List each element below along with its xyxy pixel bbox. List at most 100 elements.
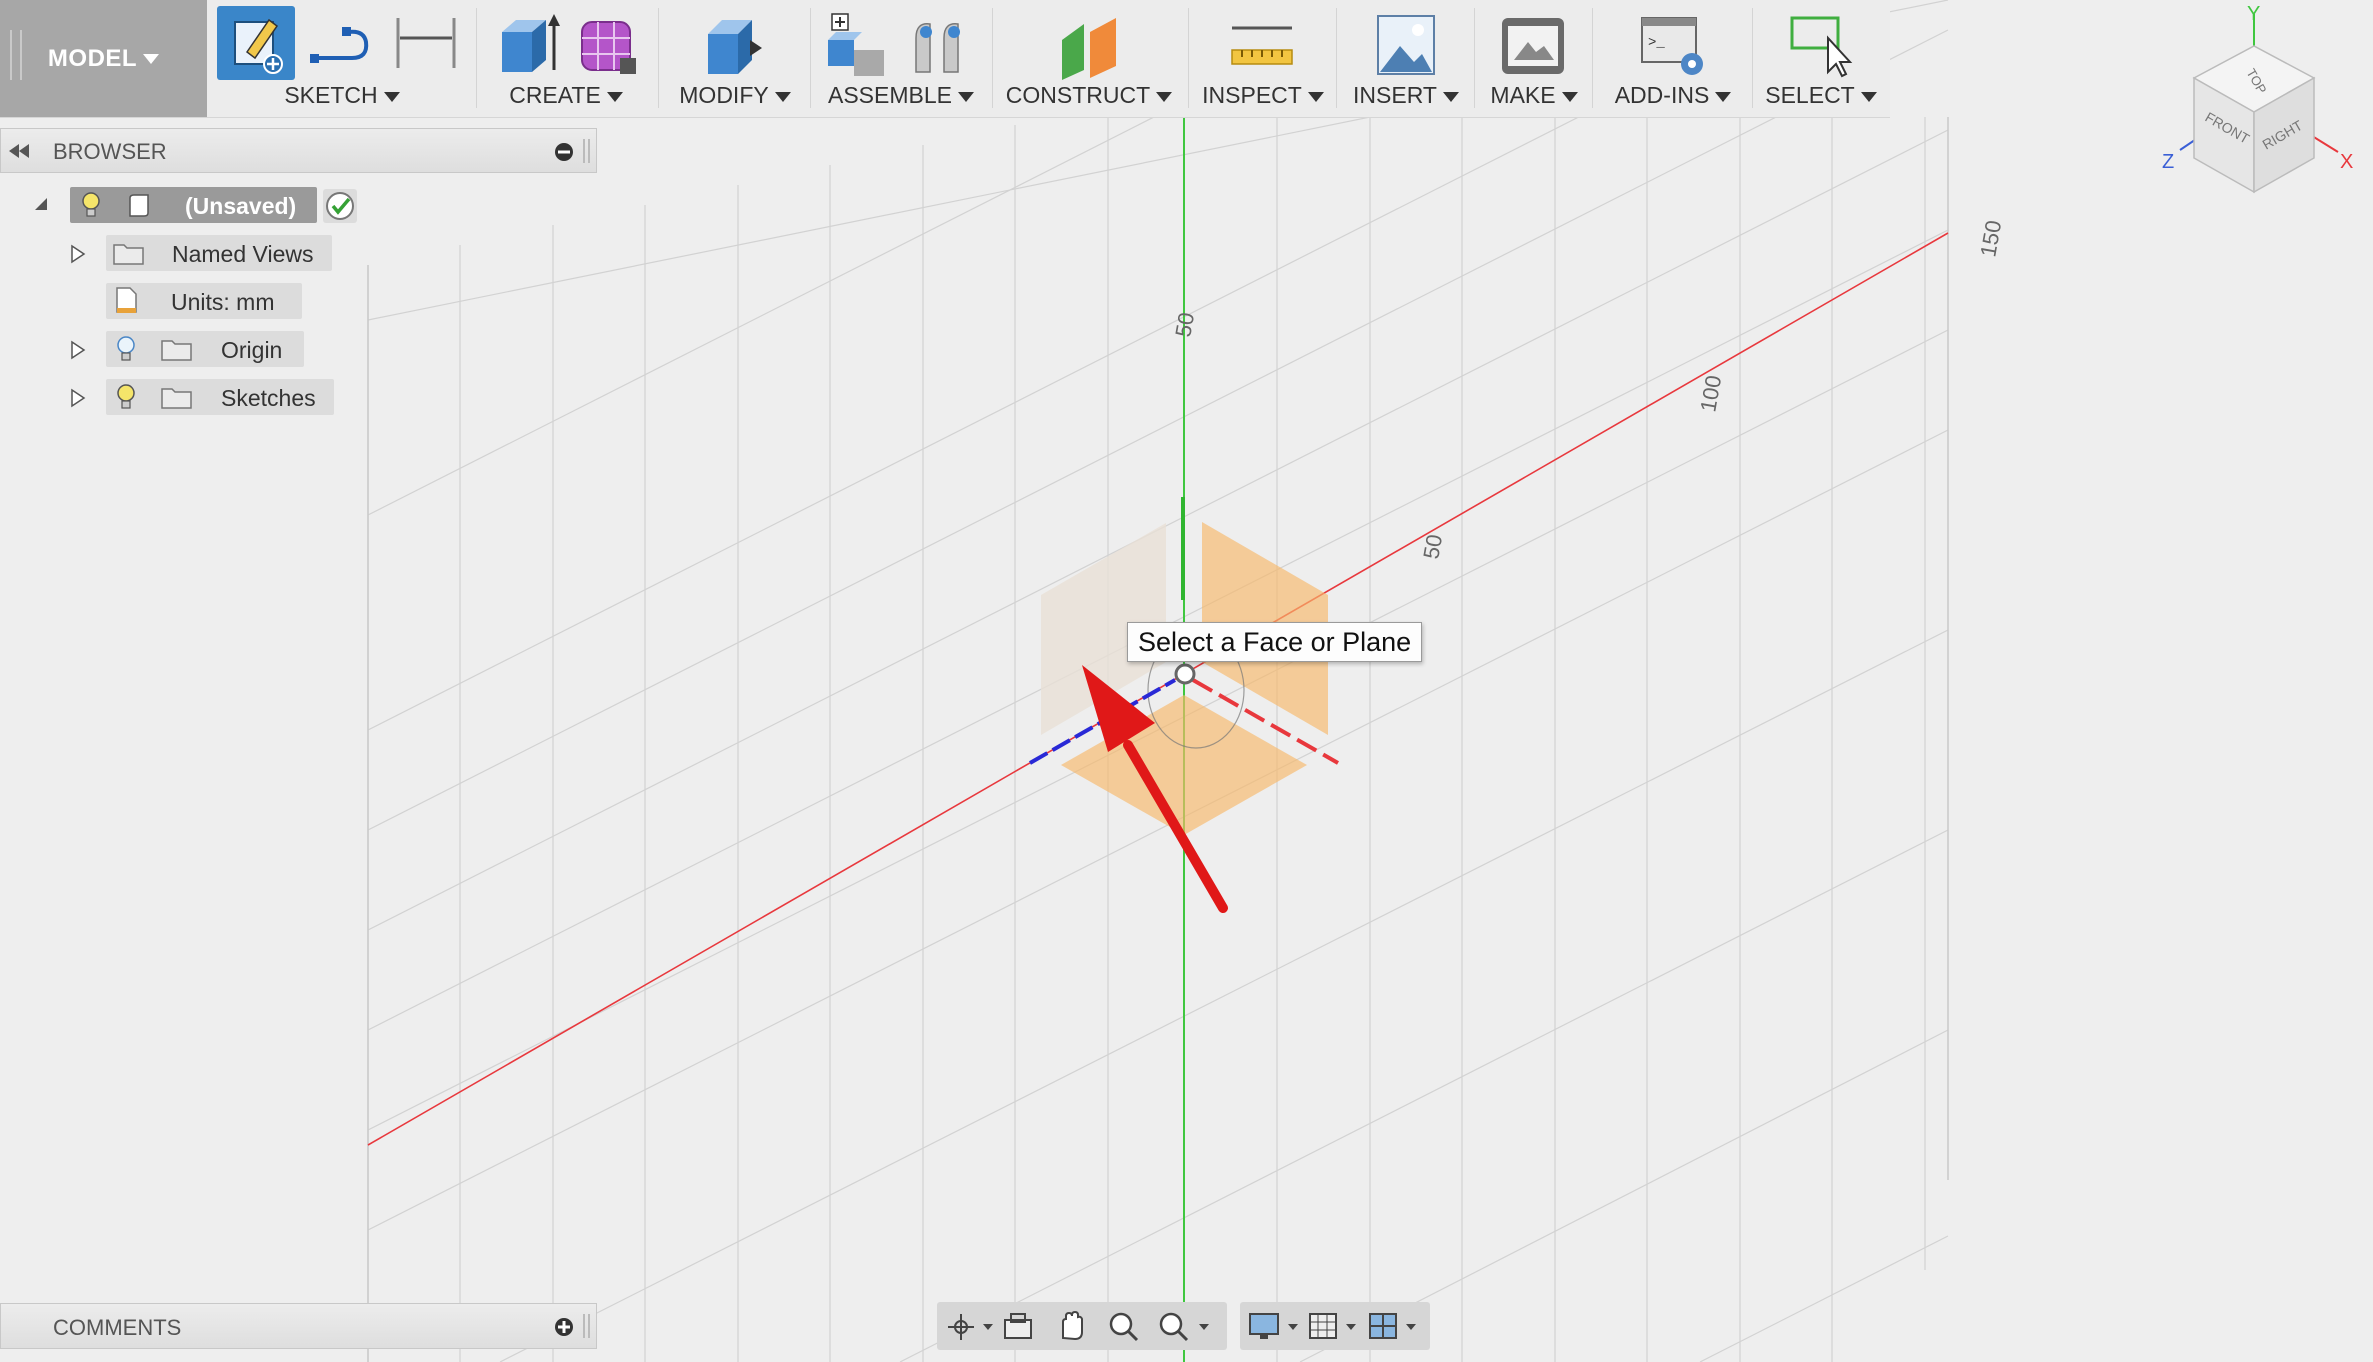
modify-menu[interactable]: MODIFY <box>662 82 808 109</box>
view-cube[interactable]: Y X Z TOP FRONT RIGHT <box>2160 0 2373 210</box>
insert-menu-label: INSERT <box>1353 82 1437 108</box>
chevron-down-icon <box>1442 91 1459 102</box>
tree-item-label: Named Views <box>172 241 314 267</box>
inspect-group: INSPECT <box>1192 0 1334 117</box>
y-axis-letter: Y <box>2247 3 2260 25</box>
offset-plane-button[interactable] <box>1056 10 1126 80</box>
workspace-label: MODEL <box>47 44 138 72</box>
chevron-down-icon <box>1860 91 1877 102</box>
x-axis-label-100: 100 <box>1695 373 1726 414</box>
toolbar-divider <box>1336 8 1337 108</box>
display-settings-bar <box>1240 1302 1430 1350</box>
measure-button[interactable] <box>1228 10 1298 80</box>
toolbar-divider <box>810 8 811 108</box>
chevron-down-icon <box>1156 91 1173 102</box>
folder-icon <box>161 388 192 409</box>
add-comment-icon[interactable] <box>554 1317 574 1337</box>
lightbulb-icon[interactable] <box>115 383 137 411</box>
tree-item-units[interactable]: Units: mm <box>106 283 302 319</box>
make-menu[interactable]: MAKE <box>1478 82 1590 109</box>
browser-title: BROWSER <box>53 139 167 164</box>
panel-resize-grip[interactable] <box>583 1314 590 1338</box>
y-axis-label-50: 50 <box>1170 310 1199 338</box>
assemble-menu[interactable]: ASSEMBLE <box>814 82 988 109</box>
assemble-group: ASSEMBLE <box>814 0 988 117</box>
display-settings-icon[interactable] <box>1248 1310 1304 1342</box>
add-ins-menu-label: ADD-INS <box>1614 82 1710 108</box>
3d-print-button[interactable] <box>1498 10 1568 80</box>
toolbar-divider <box>1752 8 1753 108</box>
tree-item-named-views[interactable]: Named Views <box>106 235 332 271</box>
pan-hand-icon[interactable] <box>1055 1310 1089 1342</box>
fit-zoom-icon[interactable] <box>1157 1310 1219 1342</box>
add-ins-menu[interactable]: ADD-INS <box>1596 82 1750 109</box>
chevron-down-icon <box>606 91 623 102</box>
measure-ruler-icon <box>1231 26 1293 65</box>
sketch-pencil-icon <box>234 18 283 74</box>
insert-image-button[interactable] <box>1374 10 1438 80</box>
press-pull-button[interactable] <box>700 10 766 80</box>
lightbulb-icon[interactable] <box>115 335 137 363</box>
look-at-icon[interactable] <box>1001 1310 1035 1342</box>
inspect-menu[interactable]: INSPECT <box>1192 82 1334 109</box>
joint-button[interactable] <box>908 10 974 80</box>
chevron-down-icon <box>1307 91 1324 102</box>
panel-resize-grip[interactable] <box>583 139 590 163</box>
collapse-panel-icon[interactable] <box>9 143 31 159</box>
spline-line-icon <box>310 27 369 63</box>
toolbar-divider <box>476 8 477 108</box>
create-group: CREATE <box>480 0 652 117</box>
main-toolbar: MODEL SKETCH CREATE MODIFY ASSEMBLE CONS… <box>0 0 1890 118</box>
insert-group: INSERT <box>1340 0 1472 117</box>
collapse-triangle-icon[interactable] <box>33 196 49 212</box>
toolbar-grip[interactable] <box>10 30 22 80</box>
extrude-button[interactable] <box>494 10 562 80</box>
minimize-panel-icon[interactable] <box>554 142 574 162</box>
select-menu-label: SELECT <box>1765 82 1855 108</box>
folder-icon <box>113 244 144 265</box>
z-axis-letter: Z <box>2162 151 2174 173</box>
tree-item-label: Origin <box>221 337 283 363</box>
origin-point <box>1174 663 1196 685</box>
window-select-button[interactable] <box>1788 10 1858 80</box>
new-component-button[interactable] <box>824 10 890 80</box>
chevron-down-icon <box>143 53 160 64</box>
expand-triangle-icon[interactable] <box>70 244 86 264</box>
expand-triangle-icon[interactable] <box>70 388 86 408</box>
folder-icon <box>161 340 192 361</box>
tree-item-root-component[interactable]: (Unsaved) <box>70 187 317 223</box>
orbit-icon[interactable] <box>945 1310 995 1342</box>
comments-title: COMMENTS <box>53 1315 182 1340</box>
create-menu[interactable]: CREATE <box>480 82 652 109</box>
toolbar-divider <box>658 8 659 108</box>
toolbar-divider <box>1474 8 1475 108</box>
tree-item-label: Sketches <box>221 385 316 411</box>
line-tool-button[interactable] <box>308 10 372 70</box>
create-sketch-button[interactable] <box>217 6 295 80</box>
tree-item-sketches[interactable]: Sketches <box>106 379 334 415</box>
dimension-icon <box>396 18 456 68</box>
component-icon <box>129 194 149 217</box>
document-settings-icon <box>116 287 137 313</box>
comments-panel-header: COMMENTS <box>0 1303 597 1349</box>
grid-settings-icon[interactable] <box>1308 1310 1364 1342</box>
scripts-gear-icon: >_ <box>1641 17 1703 75</box>
insert-menu[interactable]: INSERT <box>1340 82 1472 109</box>
tree-item-origin[interactable]: Origin <box>106 331 304 367</box>
viewports-icon[interactable] <box>1368 1310 1424 1342</box>
make-menu-label: MAKE <box>1490 82 1556 108</box>
lightbulb-icon[interactable] <box>80 191 102 219</box>
image-icon <box>1377 15 1435 75</box>
form-button[interactable] <box>576 10 642 80</box>
select-group: SELECT <box>1756 0 1886 117</box>
scripts-button[interactable]: >_ <box>1638 10 1708 80</box>
construct-menu[interactable]: CONSTRUCT <box>996 82 1182 109</box>
assemble-menu-label: ASSEMBLE <box>828 82 952 108</box>
workspace-switcher-button[interactable]: MODEL <box>0 0 207 117</box>
expand-triangle-icon[interactable] <box>70 340 86 360</box>
select-menu[interactable]: SELECT <box>1756 82 1886 109</box>
sketch-menu[interactable]: SKETCH <box>212 82 472 109</box>
zoom-icon[interactable] <box>1107 1310 1147 1342</box>
active-component-check-icon[interactable] <box>322 188 358 224</box>
dimension-tool-button[interactable] <box>392 10 462 70</box>
